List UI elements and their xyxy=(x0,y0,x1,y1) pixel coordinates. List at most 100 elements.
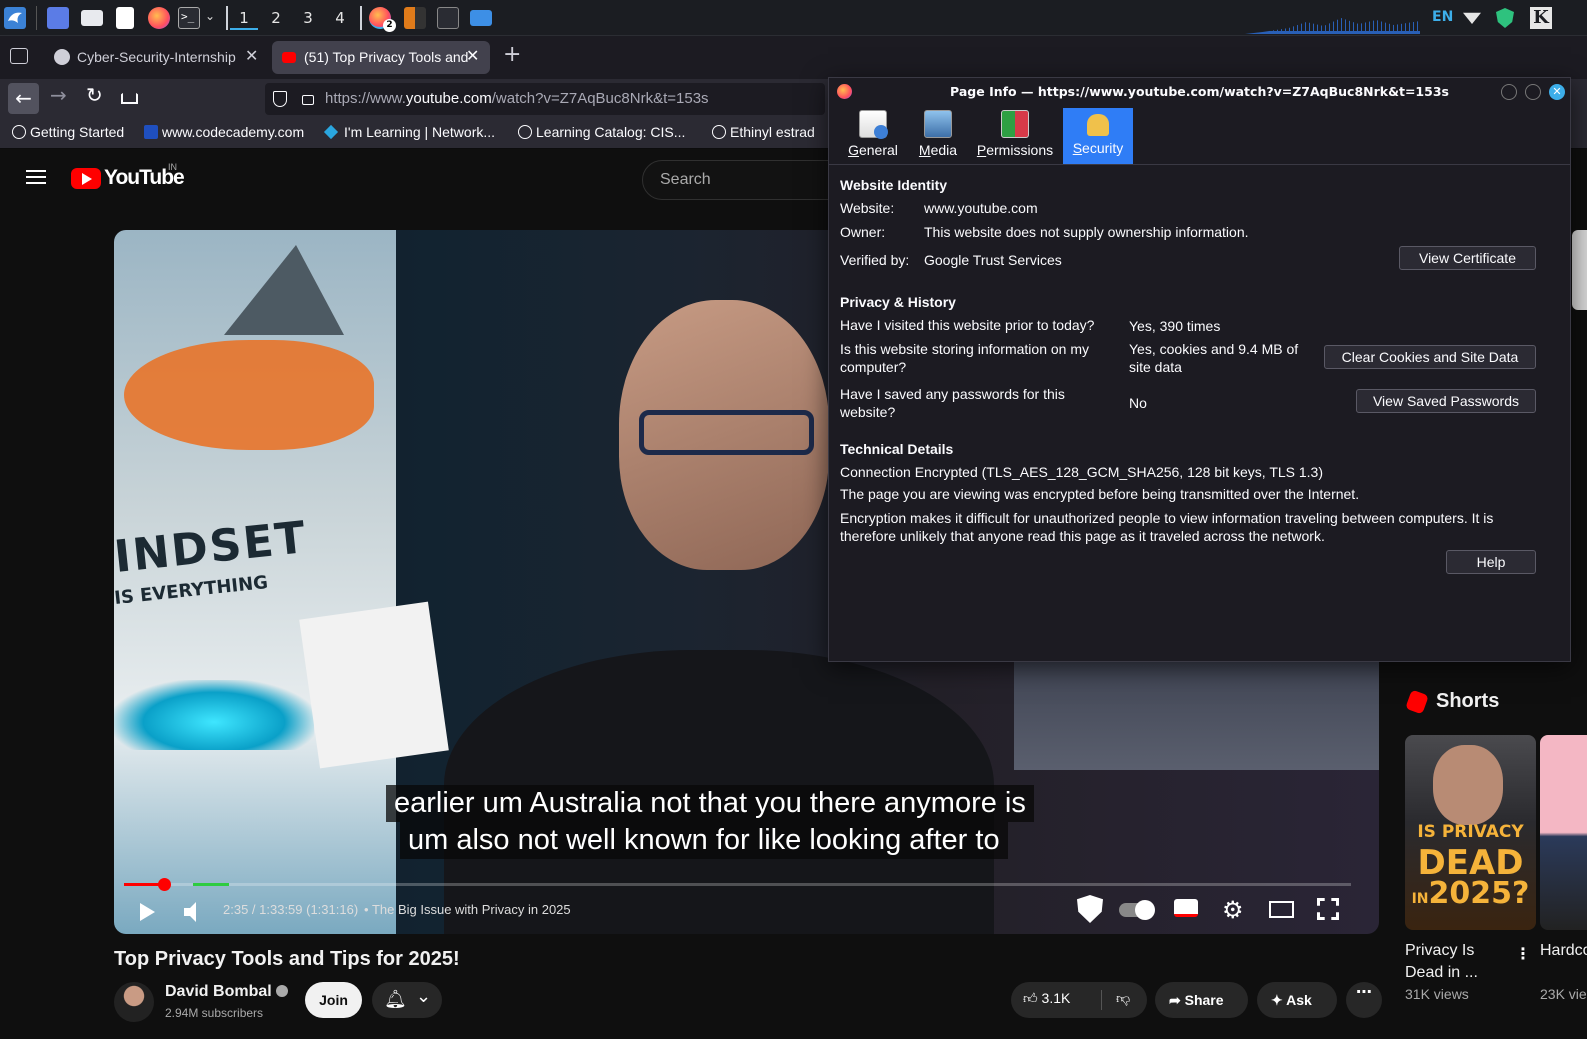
desktop-icon[interactable] xyxy=(47,7,69,29)
burp-suite-icon[interactable] xyxy=(404,7,426,29)
glasses-image xyxy=(639,410,814,455)
sidebar-thumbnail-partial[interactable] xyxy=(1572,230,1587,310)
ask-button[interactable]: ✦ Ask xyxy=(1257,982,1337,1018)
text-editor-icon[interactable] xyxy=(116,7,134,29)
encryption-note: The page you are viewing was encrypted b… xyxy=(840,486,1360,502)
website-label: Website: xyxy=(840,200,895,216)
wifi-icon[interactable] xyxy=(1463,12,1481,24)
terminal-icon[interactable]: >_ xyxy=(178,7,200,29)
caption-line-2: um also not well known for like looking … xyxy=(400,822,1008,859)
view-saved-passwords-button[interactable]: View Saved Passwords xyxy=(1356,389,1536,413)
settings-gear-icon[interactable]: ⚙ xyxy=(1222,896,1244,924)
globe-icon xyxy=(712,125,726,139)
tab-youtube[interactable]: (51) Top Privacy Tools and xyxy=(272,41,490,74)
visited-answer: Yes, 390 times xyxy=(1129,318,1221,334)
share-label: Share xyxy=(1184,992,1224,1008)
bookmark-codecademy[interactable]: www.codecademy.com xyxy=(144,124,304,140)
maximize-button[interactable] xyxy=(1525,84,1541,100)
owner-label: Owner: xyxy=(840,224,886,240)
forward-button[interactable]: → xyxy=(50,83,67,107)
progress-bar[interactable] xyxy=(124,878,1351,891)
bookmark-network[interactable]: I'm Learning | Network... xyxy=(323,124,495,140)
play-button[interactable] xyxy=(140,903,155,921)
codecademy-icon xyxy=(144,125,158,139)
kde-connect-icon[interactable]: K xyxy=(1530,7,1552,29)
identity-heading: Website Identity xyxy=(840,177,948,193)
back-button[interactable]: ← xyxy=(8,83,39,114)
tab-overview-icon[interactable] xyxy=(10,48,28,64)
keyboard-layout[interactable]: EN xyxy=(1432,9,1453,25)
file-manager-icon[interactable] xyxy=(81,10,103,26)
theater-mode-icon[interactable] xyxy=(1269,901,1294,918)
workspace-3[interactable]: 3 xyxy=(294,6,322,30)
chapter-title[interactable]: • The Big Issue with Privacy in 2025 xyxy=(364,902,571,917)
url-bar[interactable]: https://www.youtube.com/watch?v=Z7AqBuc8… xyxy=(265,83,825,115)
subscribed-bell-button[interactable]: 🔔︎ ⌄ xyxy=(372,982,442,1018)
join-button[interactable]: Join xyxy=(305,982,362,1018)
tab-permissions[interactable]: Permissions xyxy=(973,108,1057,164)
home-button[interactable] xyxy=(121,88,138,104)
shorts-logo-icon xyxy=(1405,689,1429,715)
workspace-2[interactable]: 2 xyxy=(262,6,290,30)
clear-cookies-button[interactable]: Clear Cookies and Site Data xyxy=(1324,345,1536,369)
network-graph xyxy=(1245,18,1420,34)
tab-close-icon[interactable]: ✕ xyxy=(245,46,258,65)
menu-icon[interactable] xyxy=(26,170,46,184)
chevron-down-icon: ⌄ xyxy=(416,986,432,1007)
terminal-window-icon[interactable] xyxy=(437,7,459,29)
subscriber-count: 2.94M subscribers xyxy=(165,1006,264,1020)
youtube-favicon-icon xyxy=(282,52,296,63)
tab-close-icon[interactable]: ✕ xyxy=(466,46,479,65)
workspace-4[interactable]: 4 xyxy=(326,6,354,30)
search-input[interactable]: Search xyxy=(642,160,842,200)
short-thumbnail-1[interactable]: IS PRIVACY DEAD IN2025? xyxy=(1405,735,1536,930)
short-title-2[interactable]: Hardco PASSW xyxy=(1540,940,1587,962)
workspace-1[interactable]: 1 xyxy=(230,6,258,30)
help-button[interactable]: Help xyxy=(1446,550,1536,574)
lock-icon[interactable] xyxy=(302,95,314,105)
like-button[interactable]: 👍︎ 3.1K xyxy=(1023,990,1070,1007)
bookmark-ethinyl[interactable]: Ethinyl estrad xyxy=(712,124,815,140)
tab-media[interactable]: Media xyxy=(913,108,963,164)
globe-icon xyxy=(12,125,26,139)
bell-icon: 🔔︎ xyxy=(384,989,407,1010)
channel-avatar[interactable] xyxy=(114,982,154,1022)
app-launcher-icon[interactable] xyxy=(4,7,26,29)
downloads-folder-icon[interactable] xyxy=(470,10,492,26)
more-actions-button[interactable]: ⋯ xyxy=(1346,982,1382,1018)
chevron-down-icon[interactable]: ⌄ xyxy=(205,9,215,23)
view-certificate-button[interactable]: View Certificate xyxy=(1399,246,1536,270)
minimize-button[interactable] xyxy=(1501,84,1517,100)
new-tab-icon[interactable]: + xyxy=(503,42,521,67)
thumbs-down-icon[interactable]: 👎︎ xyxy=(1116,990,1130,1007)
subtitles-icon[interactable] xyxy=(1174,899,1198,917)
tab-general[interactable]: General xyxy=(843,108,903,164)
short-thumbnail-2[interactable] xyxy=(1540,735,1587,930)
dialog-titlebar[interactable]: Page Info — https://www.youtube.com/watc… xyxy=(829,78,1570,106)
youtube-play-icon xyxy=(71,168,101,189)
tab-github[interactable]: Cyber-Security-Internship xyxy=(45,41,262,74)
bookmark-learning-catalog[interactable]: Learning Catalog: CIS... xyxy=(518,124,685,140)
passwords-question: Have I saved any passwords for this webs… xyxy=(840,386,1065,420)
firefox-icon[interactable] xyxy=(148,7,170,29)
reload-button[interactable]: ↻ xyxy=(86,83,103,107)
caption-line-1: earlier um Australia not that you there … xyxy=(386,785,1034,822)
adblock-shield-icon[interactable] xyxy=(1077,895,1103,923)
autoplay-toggle[interactable] xyxy=(1119,900,1155,920)
vpn-shield-icon[interactable] xyxy=(1496,8,1514,28)
close-button[interactable]: ✕ xyxy=(1549,84,1565,100)
verified-icon xyxy=(276,985,289,997)
storage-question: Is this website storing information on m… xyxy=(840,341,1089,375)
more-vert-icon[interactable]: ⋮ xyxy=(1515,944,1531,963)
tab-security[interactable]: Security xyxy=(1063,108,1133,164)
short-title-1[interactable]: Privacy Is Dead in ... xyxy=(1405,940,1505,984)
chapter-label: The Big Issue with Privacy in 2025 xyxy=(371,902,571,917)
tracking-shield-icon[interactable] xyxy=(273,91,287,107)
globe-icon xyxy=(518,125,532,139)
bookmark-getting-started[interactable]: Getting Started xyxy=(12,124,124,140)
verified-label: Verified by: xyxy=(840,252,910,268)
permissions-icon xyxy=(1001,110,1029,138)
share-button[interactable]: ➦ Share xyxy=(1155,982,1248,1018)
fullscreen-icon[interactable] xyxy=(1317,898,1339,920)
channel-name[interactable]: David Bombal xyxy=(165,983,289,1001)
